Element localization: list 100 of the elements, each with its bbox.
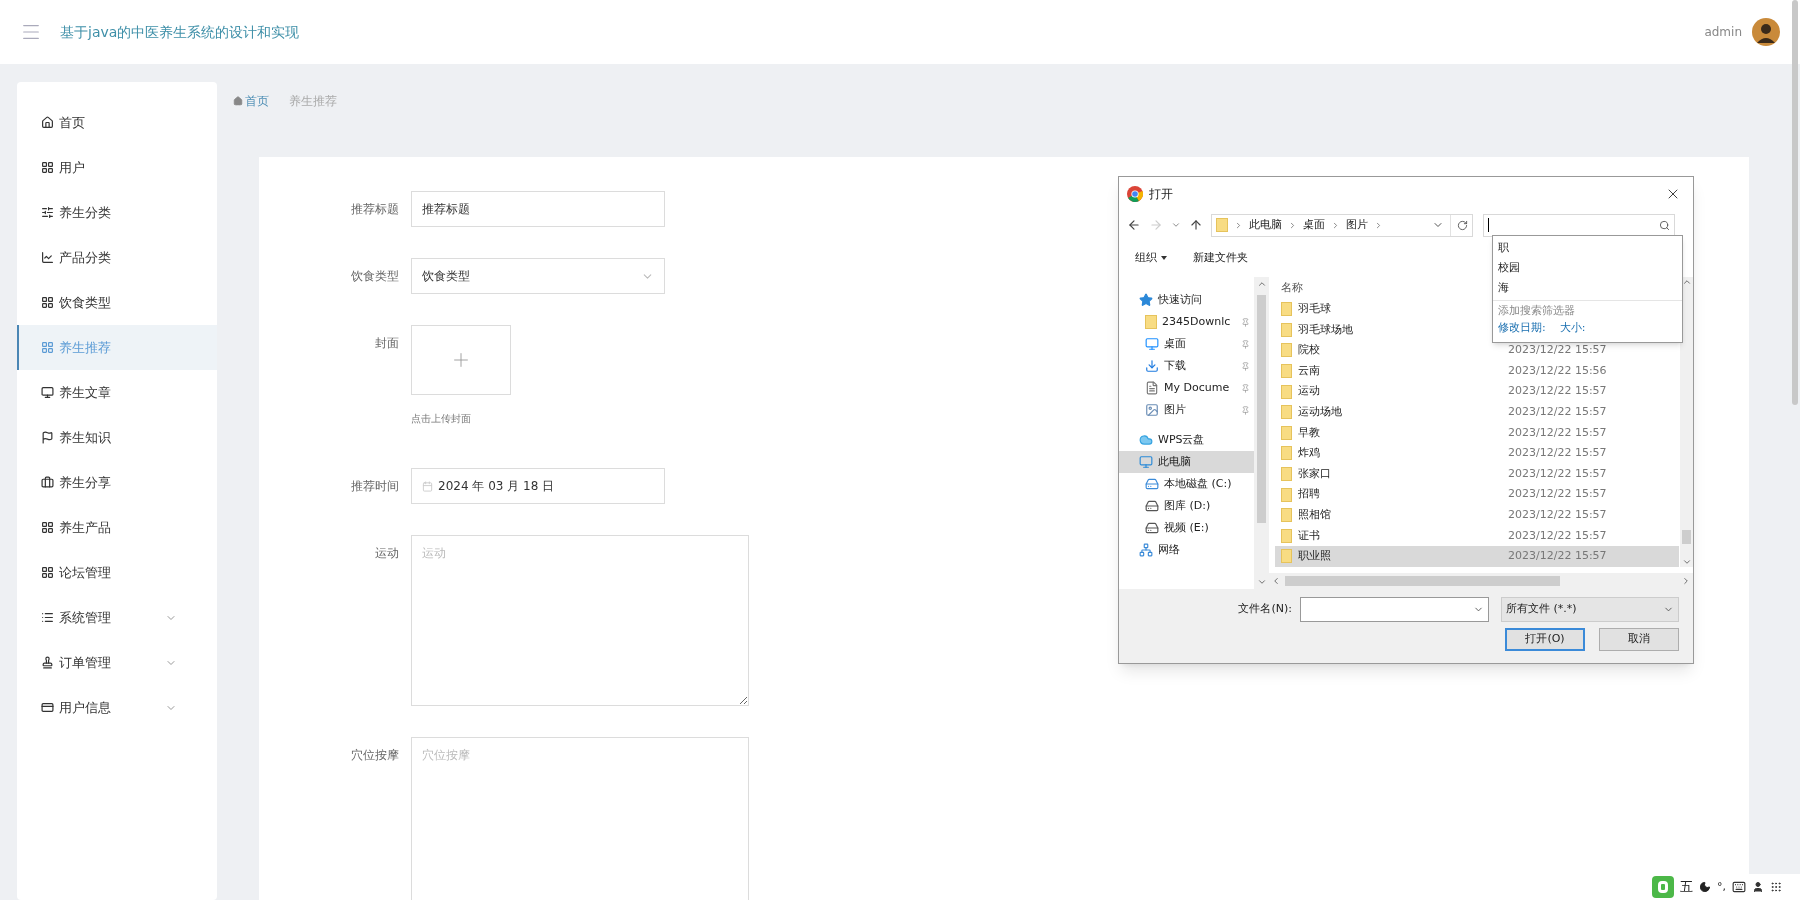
file-row[interactable]: 早教 2023/12/22 15:57 [1275,422,1679,444]
user-name[interactable]: admin [1704,23,1742,41]
suggestion-item[interactable]: 海 [1493,278,1682,298]
file-row[interactable]: 院校 2023/12/22 15:57 [1275,340,1679,361]
home-icon [233,95,243,106]
text-area[interactable]: 穴位按摩 [411,737,749,900]
sidebar-item[interactable]: 用户信息 [17,685,217,730]
suggestion-item[interactable]: 职 [1493,238,1682,258]
sidebar-item[interactable]: 养生分享 [17,460,217,505]
keyboard-icon[interactable] [1732,880,1746,894]
file-row[interactable]: 炸鸡 2023/12/22 15:57 [1275,443,1679,464]
folder-icon [1281,302,1292,317]
scroll-right-icon[interactable] [1681,576,1691,586]
nav-item[interactable]: 图库 (D:) [1119,495,1254,517]
file-date: 2023/12/22 15:57 [1508,404,1607,420]
scroll-down-icon[interactable] [1256,577,1267,587]
file-row[interactable]: 张家口 2023/12/22 15:57 [1275,463,1679,485]
scroll-thumb[interactable] [1285,576,1560,586]
scrollbar[interactable] [1680,277,1693,567]
pictures-icon [1145,403,1159,417]
moon-icon[interactable] [1699,881,1711,893]
list-icon [41,611,54,624]
path-segment[interactable]: 桌面 [1303,216,1325,234]
select-field[interactable]: 饮食类型 [411,258,665,294]
separator-icon [1234,220,1243,230]
file-date: 2023/12/22 15:57 [1508,424,1607,441]
scroll-thumb[interactable] [1682,530,1691,544]
sidebar-item[interactable]: 养生分类 [17,190,217,235]
folder-icon [1281,364,1292,379]
filetype-select[interactable]: 所有文件 (*.*) [1501,597,1679,622]
up-icon[interactable] [1189,218,1203,232]
sidebar-item[interactable]: 产品分类 [17,235,217,280]
scroll-down-icon[interactable] [1681,557,1692,567]
file-row[interactable]: 证书 2023/12/22 15:57 [1275,525,1679,547]
scroll-thumb[interactable] [1257,295,1266,523]
scrollbar[interactable] [1269,573,1693,589]
sidebar-item[interactable]: 用户 [17,145,217,190]
nav-item[interactable]: 图片 [1119,399,1254,421]
filter-link[interactable]: 修改日期: [1498,320,1546,337]
field-label: 饮食类型 [350,268,400,285]
forward-icon[interactable] [1149,218,1163,232]
scroll-up-icon[interactable] [1681,277,1692,287]
download-icon [1145,359,1159,373]
address-bar[interactable]: 此电脑 桌面 图片 [1211,213,1473,237]
folder-icon [1281,405,1292,420]
input-mode[interactable]: 五 [1680,877,1693,897]
calendar-icon [422,480,433,492]
nav-item[interactable]: WPS云盘 [1119,429,1254,451]
new-folder-button[interactable]: 新建文件夹 [1193,249,1248,267]
path-segment[interactable]: 图片 [1346,216,1368,234]
back-icon[interactable] [1127,218,1141,232]
sidebar-item[interactable]: 养生文章 [17,370,217,415]
sidebar-item[interactable]: 养生产品 [17,505,217,550]
file-row[interactable]: 职业照 2023/12/22 15:57 [1275,546,1679,567]
file-row[interactable]: 云南 2023/12/22 15:56 [1275,360,1679,382]
file-row[interactable]: 照相馆 2023/12/22 15:57 [1275,504,1679,526]
nav-item[interactable]: 网络 [1119,539,1254,561]
nav-item[interactable]: 视频 (E:) [1119,517,1254,539]
refresh-icon[interactable] [1457,219,1468,231]
star-icon [1139,293,1153,307]
open-button[interactable]: 打开(O) [1505,628,1585,651]
field-label: 封面 [374,335,400,352]
history-icon[interactable] [1171,220,1181,230]
nav-item[interactable]: 2345Downlc [1119,311,1254,333]
scrollbar[interactable] [1254,277,1269,589]
filter-link[interactable]: 大小: [1559,320,1586,337]
file-row[interactable]: 招聘 2023/12/22 15:57 [1275,484,1679,505]
organize-menu[interactable]: 组织 [1135,249,1167,267]
avatar[interactable] [1752,18,1780,46]
text-area[interactable]: 运动 [411,535,749,706]
cancel-button[interactable]: 取消 [1599,628,1679,651]
nav-item[interactable]: 此电脑 [1119,451,1254,473]
input-method-logo-icon[interactable] [1652,876,1674,898]
punctuation-mode[interactable]: °, [1717,878,1726,896]
user-icon[interactable] [1752,881,1764,893]
scrollbar[interactable] [1792,0,1798,405]
scroll-left-icon[interactable] [1271,576,1281,586]
file-row[interactable]: 运动 2023/12/22 15:57 [1275,381,1679,402]
path-segment[interactable]: 此电脑 [1249,216,1282,234]
nav-item[interactable]: 快速访问 [1119,289,1254,311]
sidebar-item[interactable]: 首页 [17,100,217,145]
sidebar-item[interactable]: 饮食类型 [17,280,217,325]
date-field[interactable]: 2024 年 03 月 18 日 [411,468,665,504]
sidebar-item[interactable]: 养生知识 [17,415,217,460]
file-date: 2023/12/22 15:57 [1508,465,1607,482]
text-field[interactable]: 推荐标题 [411,191,665,227]
grid-icon[interactable] [1770,881,1782,893]
sidebar-item[interactable]: 订单管理 [17,640,217,685]
sidebar-item[interactable]: 论坛管理 [17,550,217,595]
card-icon [41,701,54,714]
nav-item[interactable]: 本地磁盘 (C:) [1119,473,1254,495]
folder-icon [1281,343,1292,358]
file-row[interactable]: 运动场地 2023/12/22 15:57 [1275,401,1679,423]
nav-item[interactable]: 下载 [1119,355,1254,377]
filename-field[interactable] [1300,597,1489,622]
nav-item[interactable]: 桌面 [1119,333,1254,355]
sidebar-item[interactable]: 系统管理 [17,595,217,640]
nav-item[interactable]: My Docume [1119,377,1254,399]
scroll-up-icon[interactable] [1256,279,1267,289]
suggestion-item[interactable]: 校园 [1493,258,1682,278]
